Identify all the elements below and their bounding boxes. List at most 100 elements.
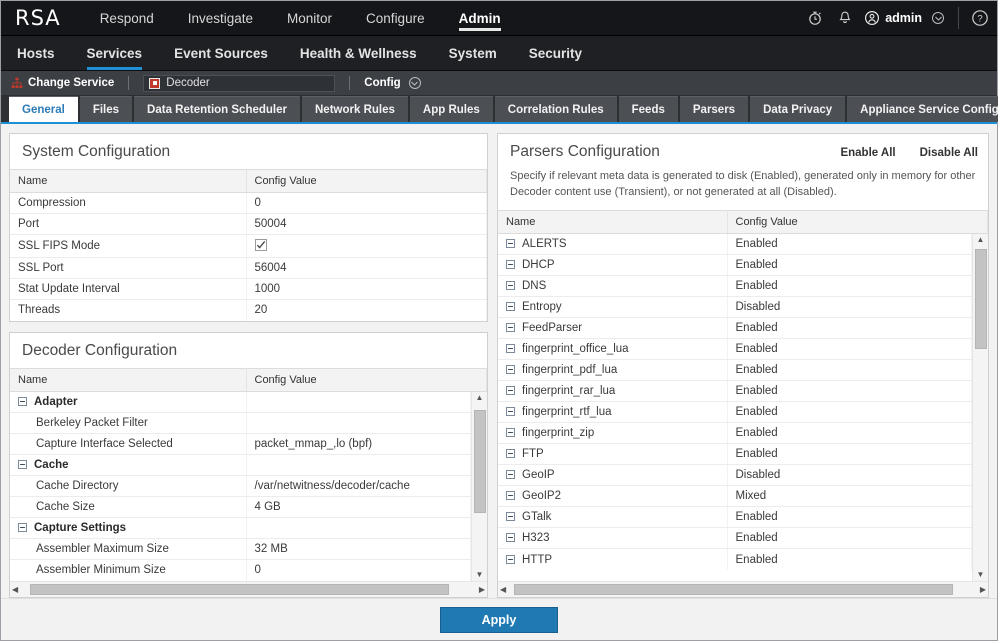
table-row[interactable]: DNS Enabled xyxy=(498,275,972,298)
tab-general[interactable]: General xyxy=(9,96,78,122)
tab-appliance-service-configuration[interactable]: Appliance Service Configuration xyxy=(847,96,998,122)
row-value[interactable]: 4 GB xyxy=(246,496,471,518)
decoder-horizontal-scrollbar[interactable]: ◀ ▶ xyxy=(10,581,487,597)
table-row[interactable]: H323 Enabled xyxy=(498,527,972,550)
topnav-item-monitor[interactable]: Monitor xyxy=(270,1,349,35)
tree-collapse-icon[interactable] xyxy=(506,281,515,291)
row-value[interactable]: Enabled xyxy=(727,359,972,382)
subnav-item-security[interactable]: Security xyxy=(513,36,598,70)
scroll-down-arrow-icon[interactable]: ▼ xyxy=(977,571,985,579)
tab-app-rules[interactable]: App Rules xyxy=(409,96,493,122)
scroll-right-arrow-icon[interactable]: ▶ xyxy=(479,585,485,594)
table-row[interactable]: GeoIP Disabled xyxy=(498,464,972,487)
tree-collapse-icon[interactable] xyxy=(18,460,27,469)
topnav-item-investigate[interactable]: Investigate xyxy=(171,1,270,35)
table-row[interactable]: Port 50004 xyxy=(10,213,487,235)
subnav-item-hosts[interactable]: Hosts xyxy=(1,36,71,70)
subnav-item-system[interactable]: System xyxy=(433,36,513,70)
topnav-item-configure[interactable]: Configure xyxy=(349,1,442,35)
tab-network-rules[interactable]: Network Rules xyxy=(302,96,408,122)
row-value[interactable]: 32 MB xyxy=(246,538,471,560)
tree-collapse-icon[interactable] xyxy=(506,365,515,375)
row-value[interactable]: Enabled xyxy=(727,380,972,403)
table-row[interactable]: Cache Size 4 GB xyxy=(10,496,471,518)
tree-collapse-icon[interactable] xyxy=(506,344,515,354)
topnav-item-respond[interactable]: Respond xyxy=(83,1,171,35)
tab-feeds[interactable]: Feeds xyxy=(618,96,678,122)
subnav-item-health-wellness[interactable]: Health & Wellness xyxy=(284,36,433,70)
table-row[interactable]: Berkeley Packet Filter xyxy=(10,412,471,434)
scroll-thumb[interactable] xyxy=(473,410,486,513)
change-service-button[interactable]: Change Service xyxy=(11,77,114,89)
tab-parsers[interactable]: Parsers xyxy=(679,96,749,122)
row-value[interactable]: packet_mmap_,lo (bpf) xyxy=(246,433,471,455)
table-row[interactable]: Capture Interface Selected packet_mmap_,… xyxy=(10,433,471,455)
notifications-bell-icon[interactable] xyxy=(830,1,860,36)
disable-all-button[interactable]: Disable All xyxy=(920,147,978,159)
table-row[interactable]: Compression 0 xyxy=(10,192,487,214)
tab-files[interactable]: Files xyxy=(79,96,133,122)
table-row[interactable]: Assembler Maximum Size 32 MB xyxy=(10,538,471,560)
row-value[interactable]: Enabled xyxy=(727,506,972,529)
table-row[interactable]: ALERTS Enabled xyxy=(498,233,972,256)
scroll-up-arrow-icon[interactable]: ▲ xyxy=(977,235,985,244)
table-row[interactable]: Stat Update Interval 1000 xyxy=(10,278,487,300)
tree-collapse-icon[interactable] xyxy=(18,396,27,406)
tree-collapse-icon[interactable] xyxy=(506,323,515,333)
decoder-vertical-scrollbar[interactable]: ▲ ▼ xyxy=(471,391,487,581)
table-row[interactable]: fingerprint_rtf_lua Enabled xyxy=(498,401,972,424)
scroll-left-arrow-icon[interactable]: ◀ xyxy=(12,585,18,594)
tree-collapse-icon[interactable] xyxy=(506,302,515,312)
table-row[interactable]: GTalk Enabled xyxy=(498,506,972,529)
tree-collapse-icon[interactable] xyxy=(506,239,515,249)
tree-collapse-icon[interactable] xyxy=(506,512,515,522)
tree-collapse-icon[interactable] xyxy=(506,449,515,459)
row-value[interactable]: 0 xyxy=(246,559,471,581)
stopwatch-icon[interactable] xyxy=(800,1,830,36)
table-row[interactable]: HTTP Enabled xyxy=(498,548,972,570)
row-value[interactable]: 56004 xyxy=(246,257,487,279)
row-value[interactable]: Enabled xyxy=(727,401,972,424)
table-row[interactable]: Cache xyxy=(10,454,471,476)
row-value[interactable]: Disabled xyxy=(727,464,972,487)
row-value[interactable]: Enabled xyxy=(727,317,972,340)
enable-all-button[interactable]: Enable All xyxy=(840,147,895,159)
row-value[interactable]: 0 xyxy=(246,192,487,214)
tree-collapse-icon[interactable] xyxy=(506,470,515,480)
row-value[interactable]: Enabled xyxy=(727,548,972,570)
service-selector[interactable]: Decoder xyxy=(143,74,336,92)
scroll-thumb[interactable] xyxy=(513,584,954,595)
tree-collapse-icon[interactable] xyxy=(506,428,515,438)
scroll-left-arrow-icon[interactable]: ◀ xyxy=(500,585,506,594)
row-value[interactable]: Mixed xyxy=(727,485,972,508)
subnav-item-event-sources[interactable]: Event Sources xyxy=(158,36,284,70)
row-value[interactable]: Enabled xyxy=(727,275,972,298)
chevron-down-icon[interactable] xyxy=(408,77,421,90)
tree-collapse-icon[interactable] xyxy=(506,554,515,564)
parsers-vertical-scrollbar[interactable]: ▲ ▼ xyxy=(972,233,988,581)
row-value[interactable]: Disabled xyxy=(727,296,972,319)
tree-collapse-icon[interactable] xyxy=(506,260,515,270)
row-value[interactable]: Enabled xyxy=(727,422,972,445)
table-row[interactable]: Threads 20 xyxy=(10,299,487,321)
tab-data-retention-scheduler[interactable]: Data Retention Scheduler xyxy=(134,96,300,122)
row-value[interactable]: 20 xyxy=(246,299,487,321)
ssl-fips-mode-checkbox[interactable] xyxy=(254,239,267,251)
tree-collapse-icon[interactable] xyxy=(506,491,515,501)
row-value[interactable]: Enabled xyxy=(727,338,972,361)
tab-correlation-rules[interactable]: Correlation Rules xyxy=(494,96,617,122)
scroll-track[interactable] xyxy=(21,584,476,595)
row-value[interactable]: Enabled xyxy=(727,233,972,256)
table-row[interactable]: SSL Port 56004 xyxy=(10,257,487,279)
table-row[interactable]: Assembler Minimum Size 0 xyxy=(10,559,471,581)
table-row[interactable]: FTP Enabled xyxy=(498,443,972,466)
table-row[interactable]: FeedParser Enabled xyxy=(498,317,972,340)
topnav-item-admin[interactable]: Admin xyxy=(442,1,518,35)
row-value[interactable]: Enabled xyxy=(727,527,972,550)
table-row[interactable]: SSL FIPS Mode xyxy=(10,234,487,258)
table-row[interactable]: fingerprint_pdf_lua Enabled xyxy=(498,359,972,382)
help-icon[interactable]: ? xyxy=(965,1,995,36)
subnav-item-services[interactable]: Services xyxy=(71,36,159,70)
row-value[interactable] xyxy=(246,234,487,258)
row-value[interactable]: 1000 xyxy=(246,278,487,300)
